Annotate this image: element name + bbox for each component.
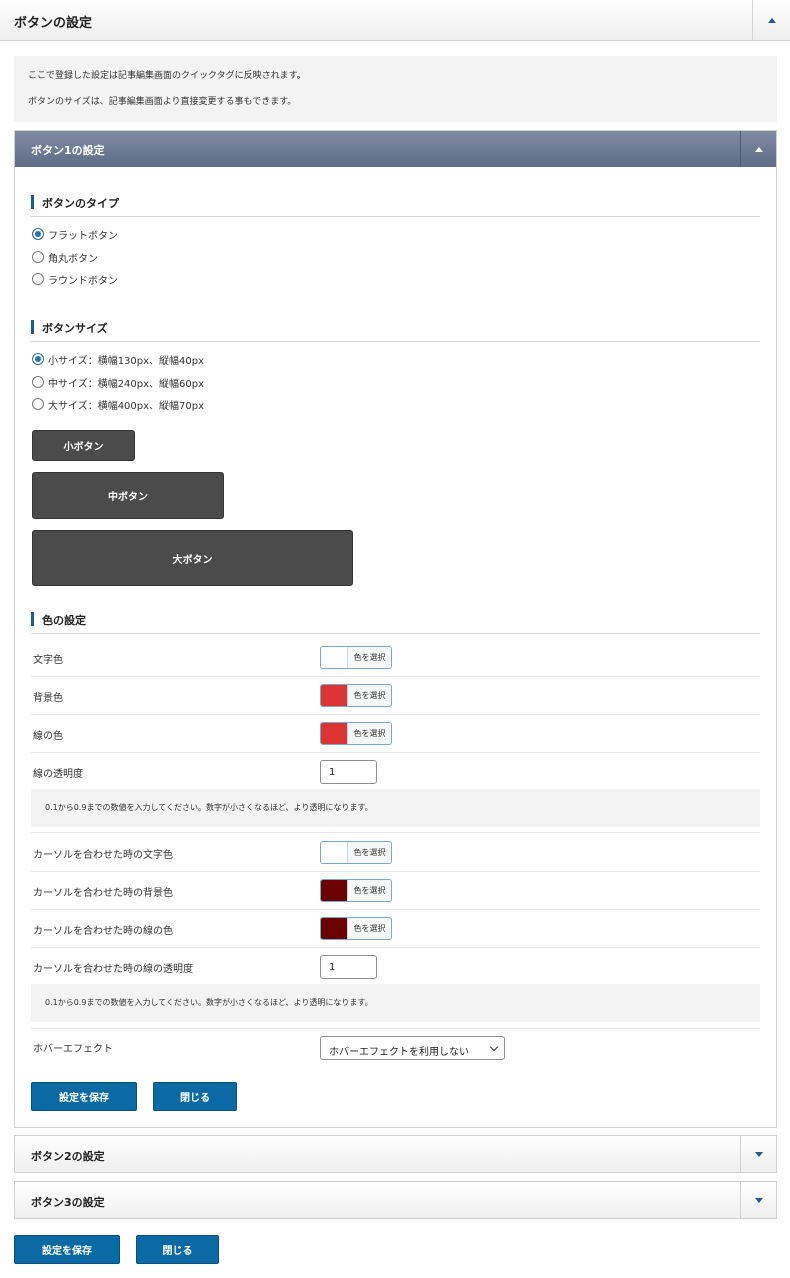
color-swatch[interactable] (321, 685, 347, 706)
color-row-hover-text: カーソルを合わせた時の文字色 色を選択 (31, 834, 760, 872)
page-title: ボタンの設定 (14, 16, 93, 31)
radio-checked[interactable] (32, 228, 44, 240)
footer-save-button[interactable]: 設定を保存 (14, 1235, 120, 1264)
panel-expand-toggle[interactable] (740, 1182, 776, 1218)
info-text: ボタンのサイズは、記事編集画面より直接変更する事もできます。 (28, 97, 297, 107)
radio-unchecked[interactable] (32, 273, 44, 285)
color-swatch[interactable] (321, 918, 347, 939)
radio-rounded-button[interactable]: 角丸ボタン (32, 249, 98, 265)
color-picker-background[interactable]: 色を選択 (320, 684, 392, 707)
section-title-color: 色の設定 (31, 610, 760, 634)
color-picker-text[interactable]: 色を選択 (320, 646, 392, 669)
color-row-border: 線の色 色を選択 (31, 715, 760, 753)
radio-unchecked[interactable] (32, 398, 44, 410)
save-button[interactable]: 設定を保存 (31, 1082, 137, 1111)
color-swatch[interactable] (321, 842, 347, 863)
chevron-down-icon (754, 1197, 763, 1203)
section-title-button-size: ボタンサイズ (31, 318, 760, 342)
chevron-up-icon (767, 17, 776, 23)
medium-button-preview: 中ボタン (32, 472, 224, 519)
chevron-down-icon (489, 1042, 499, 1052)
radio-checked[interactable] (32, 353, 44, 365)
radio-size-large[interactable]: 大サイズ：横幅400px、縦幅70px (32, 396, 204, 412)
color-row-hover-border: カーソルを合わせた時の線の色 色を選択 (31, 910, 760, 948)
small-button-preview: 小ボタン (32, 430, 135, 461)
opacity-help-note: 0.1から0.9までの数値を入力してください。数字が小さくなるほど、より透明にな… (31, 984, 760, 1022)
border-opacity-input[interactable]: 1 (320, 760, 377, 784)
collapse-toggle[interactable] (752, 0, 790, 40)
panel-title: ボタン1の設定 (31, 144, 105, 157)
color-swatch[interactable] (321, 880, 347, 901)
panel-collapse-toggle[interactable] (740, 131, 776, 167)
footer-close-button[interactable]: 閉じる (136, 1235, 219, 1264)
color-swatch[interactable] (321, 647, 347, 668)
button1-panel: ボタン1の設定 ボタンのタイプ フラットボタン 角丸ボタン ラウンドボタン ボタ… (14, 130, 777, 1128)
panel-expand-toggle[interactable] (740, 1136, 776, 1172)
radio-unchecked[interactable] (32, 251, 44, 263)
section-title-button-type: ボタンのタイプ (31, 193, 760, 217)
radio-size-medium[interactable]: 中サイズ：横幅240px、縦幅60px (32, 374, 204, 390)
info-text: ここで登録した設定は記事編集画面のクイックタグに反映されます。 (28, 71, 306, 81)
color-row-hover-background: カーソルを合わせた時の背景色 色を選択 (31, 872, 760, 910)
color-row-background: 背景色 色を選択 (31, 677, 760, 715)
panel-title: ボタン3の設定 (31, 1196, 105, 1209)
color-picker-border[interactable]: 色を選択 (320, 722, 392, 745)
color-swatch[interactable] (321, 723, 347, 744)
radio-flat-button[interactable]: フラットボタン (32, 226, 118, 242)
chevron-down-icon (754, 1151, 763, 1157)
button2-panel[interactable]: ボタン2の設定 (14, 1135, 777, 1173)
panel-title: ボタン2の設定 (31, 1150, 105, 1163)
radio-unchecked[interactable] (32, 376, 44, 388)
opacity-help-note: 0.1から0.9までの数値を入力してください。数字が小さくなるほど、より透明にな… (31, 789, 760, 827)
close-button[interactable]: 閉じる (153, 1082, 237, 1111)
hover-border-opacity-input[interactable]: 1 (320, 955, 377, 979)
hover-effect-select[interactable]: ホバーエフェクトを利用しない (320, 1036, 505, 1060)
chevron-up-icon (754, 146, 763, 152)
button1-panel-header[interactable]: ボタン1の設定 (15, 131, 776, 167)
color-picker-hover-border[interactable]: 色を選択 (320, 917, 392, 940)
radio-round-button[interactable]: ラウンドボタン (32, 271, 118, 287)
settings-header: ボタンの設定 (0, 0, 790, 41)
color-row-text: 文字色 色を選択 (31, 639, 760, 677)
radio-size-small[interactable]: 小サイズ：横幅130px、縦幅40px (32, 351, 204, 367)
large-button-preview: 大ボタン (32, 530, 353, 586)
color-picker-hover-background[interactable]: 色を選択 (320, 879, 392, 902)
info-box: ここで登録した設定は記事編集画面のクイックタグに反映されます。 ボタンのサイズは… (14, 56, 777, 122)
color-picker-hover-text[interactable]: 色を選択 (320, 841, 392, 864)
button3-panel[interactable]: ボタン3の設定 (14, 1181, 777, 1219)
